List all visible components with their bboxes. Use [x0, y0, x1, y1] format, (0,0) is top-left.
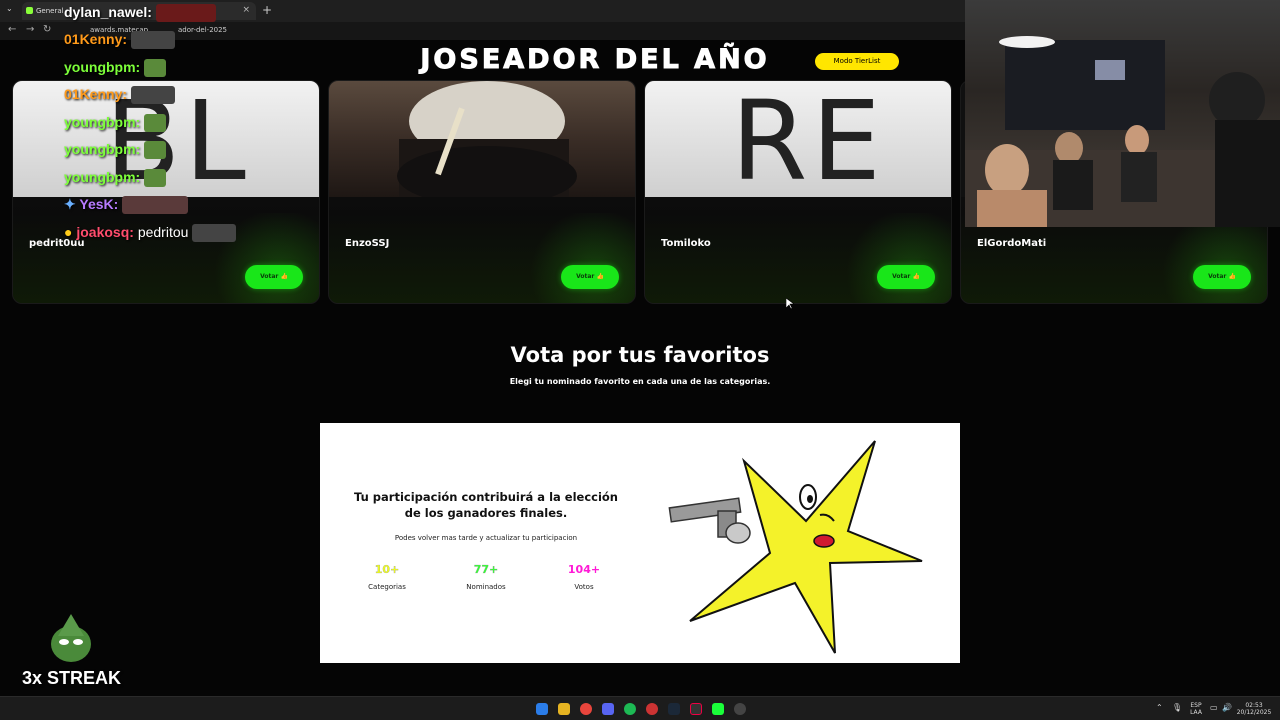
stat-value: 10+ — [374, 563, 400, 576]
favicon-icon — [26, 7, 33, 14]
card-glow — [525, 213, 635, 303]
app-icon[interactable] — [646, 703, 658, 715]
chat-message: 01Kenny: — [64, 86, 175, 105]
badge-icon: ● — [64, 224, 73, 240]
nominee-name: Tomiloko — [661, 238, 711, 249]
nominee-image — [329, 81, 635, 197]
card-glow — [841, 213, 951, 303]
reload-icon[interactable]: ↻ — [43, 24, 51, 35]
chat-message: youngbpm: — [64, 169, 167, 188]
chat-username: 01Kenny: — [64, 31, 128, 47]
emote-icon — [155, 4, 216, 23]
chat-message: youngbpm: — [64, 141, 167, 160]
chat-username: youngbpm: — [64, 114, 141, 130]
chat-message: youngbpm: — [64, 114, 167, 133]
file-explorer-icon[interactable] — [558, 703, 570, 715]
masked-person-photo — [397, 81, 577, 197]
vote-button[interactable]: Votar 👍 — [1193, 265, 1251, 289]
nominee-image: RE — [645, 81, 951, 197]
tab-list-icon[interactable]: ⌄ — [6, 4, 13, 13]
sword-badge-icon: ✦ — [64, 196, 76, 212]
chat-message: 01Kenny: — [64, 31, 175, 50]
stat-value: 77+ — [473, 563, 499, 576]
emote-icon — [130, 86, 175, 105]
emote-icon — [130, 31, 175, 50]
stat-label: Categorias — [368, 583, 406, 591]
steam-icon[interactable] — [668, 703, 680, 715]
vote-button[interactable]: Votar 👍 — [245, 265, 303, 289]
pepe-emote-icon — [144, 114, 167, 133]
microphone-icon[interactable]: 🎙 — [1172, 704, 1182, 712]
panel-description: Podes volver mas tarde y actualizar tu p… — [394, 534, 578, 542]
clock[interactable]: 02:53 20/12/2025 — [1236, 702, 1272, 716]
chat-message: ● joakosq: pedritou — [64, 224, 237, 243]
clock-date: 20/12/2025 — [1236, 709, 1272, 716]
chat-username: 01Kenny: — [64, 86, 128, 102]
chat-username: dylan_nawel: — [64, 4, 152, 20]
spotify-icon[interactable] — [624, 703, 636, 715]
kick-icon[interactable] — [712, 703, 724, 715]
nominee-card: RE Tomiloko Votar 👍 — [644, 80, 952, 304]
emote-icon — [192, 224, 237, 243]
pepe-streak-icon — [51, 614, 91, 662]
webcam-overlay — [965, 0, 1280, 227]
stat-label: Nominados — [466, 583, 506, 591]
stat-categorias: 10+ Categorias — [347, 563, 427, 591]
streak-label: 3x STREAK — [22, 668, 122, 688]
tray-chevron-icon[interactable]: ⌃ — [1156, 704, 1163, 712]
forward-icon[interactable]: → — [26, 24, 34, 35]
webcam-feed — [965, 36, 1280, 227]
epic-games-icon[interactable] — [690, 703, 702, 715]
tierlist-mode-button[interactable]: Modo TierList — [815, 53, 899, 70]
network-icon[interactable]: ▭ — [1210, 704, 1218, 712]
chat-message: youngbpm: — [64, 59, 167, 78]
mouse-cursor-icon — [786, 298, 794, 310]
page-title: JOSEADOR DEL AÑO — [420, 44, 770, 76]
star-with-gun-illustration — [668, 440, 923, 654]
back-icon[interactable]: ← — [8, 24, 16, 35]
pepe-emote-icon — [144, 169, 167, 188]
keyboard-layout: LAA — [1190, 709, 1202, 716]
chrome-icon[interactable] — [580, 703, 592, 715]
stat-label: Votos — [574, 583, 594, 591]
pepe-emote-icon — [144, 59, 167, 78]
nominee-image-text: RE — [731, 81, 885, 197]
stat-nominados: 77+ Nominados — [446, 563, 526, 591]
language-indicator[interactable]: ESP LAA — [1188, 702, 1204, 716]
chat-username: youngbpm: — [64, 169, 141, 185]
language-code: ESP — [1190, 702, 1202, 709]
participation-panel: Tu participación contribuirá a la elecci… — [320, 423, 960, 663]
chat-message: dylan_nawel: — [64, 4, 216, 23]
start-icon[interactable] — [536, 703, 548, 715]
chat-username: youngbpm: — [64, 59, 141, 75]
chat-message: ✦ YesK: — [64, 196, 189, 215]
media-player-icon[interactable] — [734, 703, 746, 715]
section-title: Vota por tus favoritos — [510, 343, 770, 367]
panel-heading: Tu participación contribuirá a la elecci… — [354, 490, 618, 520]
emote-icon — [122, 196, 189, 215]
nominee-card: EnzoSSJ Votar 👍 — [328, 80, 636, 304]
chat-username: joakosq: — [76, 224, 134, 240]
stat-votos: 104+ Votos — [544, 563, 624, 591]
new-tab-icon[interactable]: + — [262, 3, 272, 17]
nominee-name: EnzoSSJ — [345, 238, 390, 249]
vote-button[interactable]: Votar 👍 — [877, 265, 935, 289]
chat-text: pedritou — [137, 224, 189, 240]
close-icon[interactable]: × — [242, 5, 250, 15]
nominee-name: ElGordoMati — [977, 238, 1047, 249]
url-path-text[interactable]: ador-del-2025 — [178, 26, 227, 34]
chat-username: YesK: — [79, 196, 119, 212]
chat-username: youngbpm: — [64, 141, 141, 157]
taskbar: ⌃ 🎙 ESP LAA ▭ 🔊 02:53 20/12/2025 — [0, 696, 1280, 720]
volume-icon[interactable]: 🔊 — [1222, 704, 1232, 712]
pepe-emote-icon — [144, 141, 167, 160]
discord-icon[interactable] — [602, 703, 614, 715]
section-subtitle: Elegi tu nominado favorito en cada una d… — [509, 377, 771, 386]
vote-button[interactable]: Votar 👍 — [561, 265, 619, 289]
stat-value: 104+ — [567, 563, 601, 576]
clock-time: 02:53 — [1245, 702, 1263, 709]
